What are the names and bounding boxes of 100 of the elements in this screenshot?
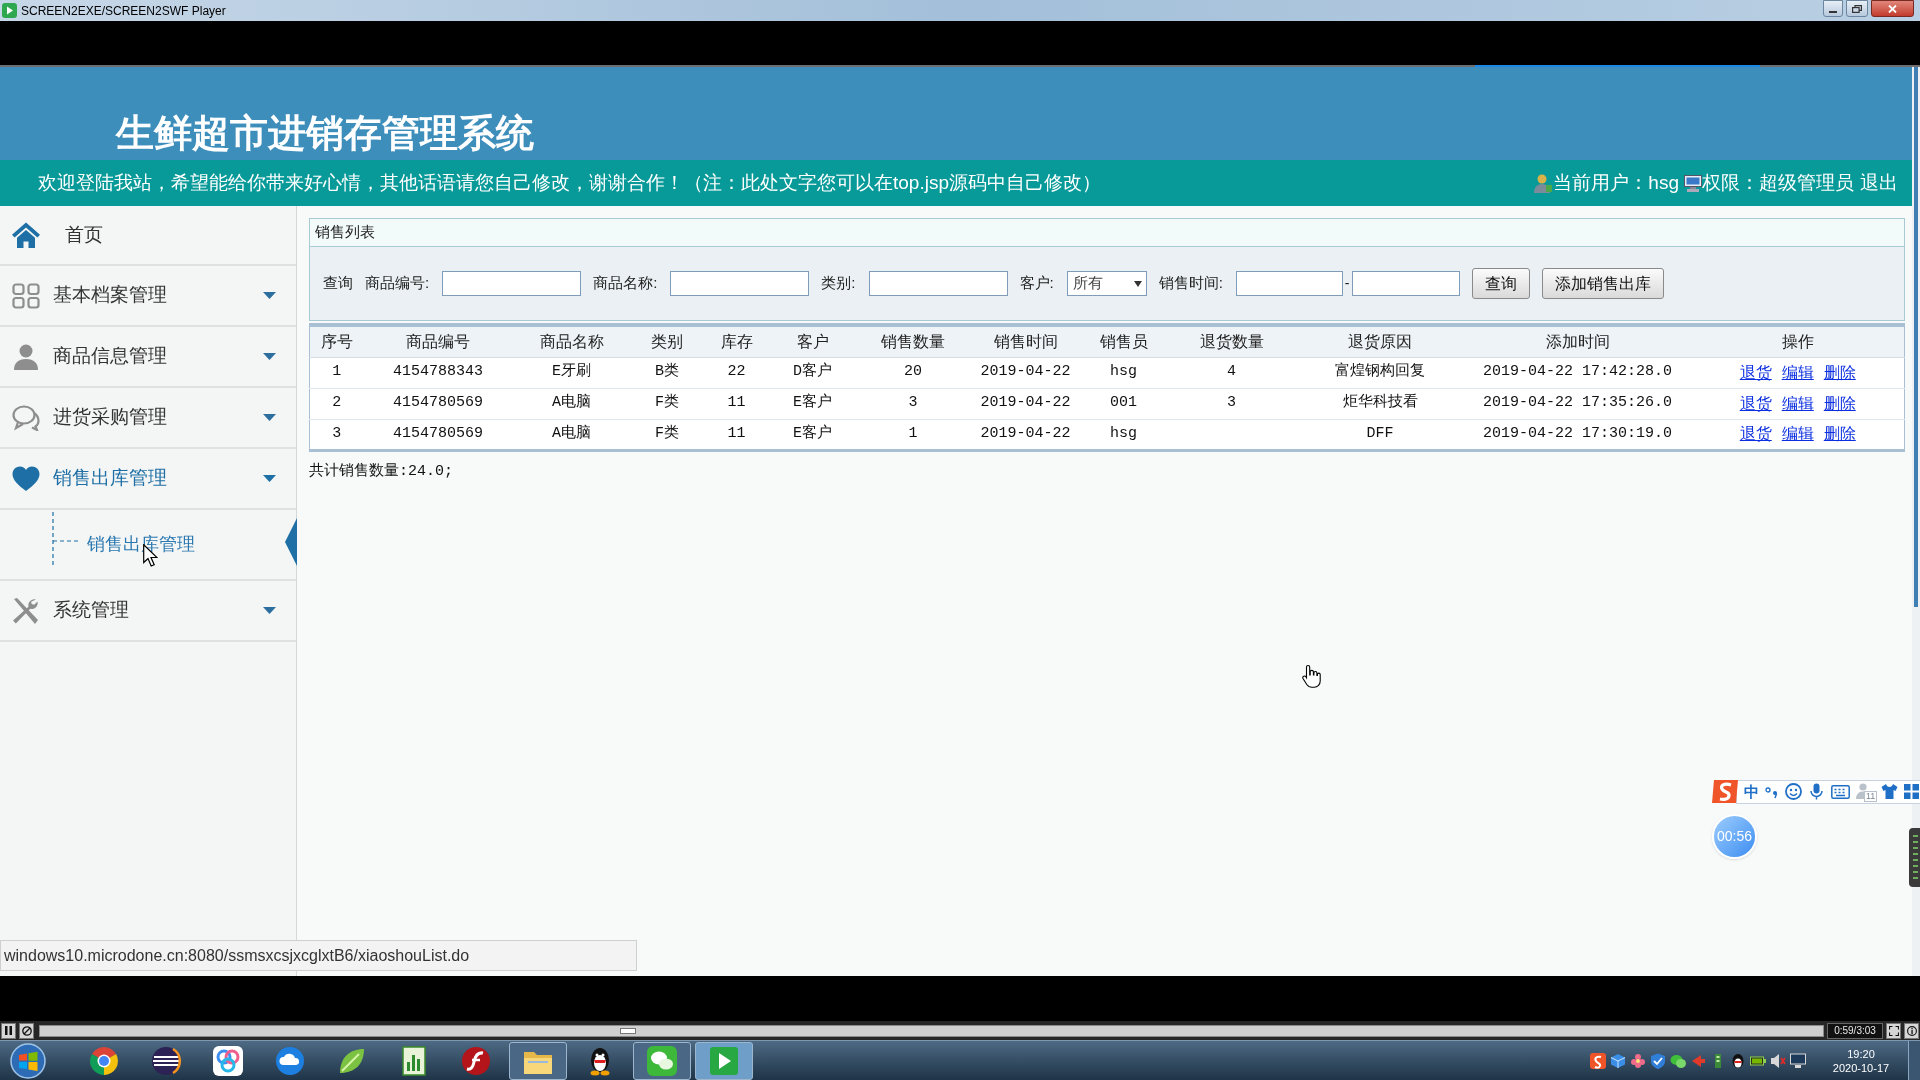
column-header: 销售时间 xyxy=(970,325,1081,357)
close-icon xyxy=(1888,4,1897,13)
return-link[interactable]: 退货 xyxy=(1739,360,1772,385)
count-badge: 11 xyxy=(1864,790,1878,802)
date-input[interactable] xyxy=(1235,271,1343,296)
speaker-icon[interactable] xyxy=(1770,1052,1786,1069)
table-cell: A电脑 xyxy=(512,388,631,419)
curve-tile-icon[interactable] xyxy=(1711,778,1739,805)
sidebar-item[interactable]: 系统管理 xyxy=(0,581,296,642)
sidebar-item[interactable]: 基本档案管理 xyxy=(0,266,296,327)
column-header: 商品编号 xyxy=(363,325,513,357)
restore-icon xyxy=(1852,4,1862,13)
table-cell: 富煌钢构回复 xyxy=(1296,357,1464,388)
table-cell: A电脑 xyxy=(512,419,631,450)
tools-icon xyxy=(12,597,40,624)
caret-down-icon xyxy=(263,353,276,360)
table-cell: hsg xyxy=(1080,357,1167,388)
monitor-icon[interactable] xyxy=(1790,1052,1806,1069)
sidebar-item[interactable]: 商品信息管理 xyxy=(0,327,296,388)
field-label: 客户: xyxy=(1019,273,1054,294)
maximize-button[interactable] xyxy=(1846,0,1868,17)
date-input[interactable] xyxy=(1351,271,1460,296)
input-mode-toggle[interactable]: 中 xyxy=(1744,782,1759,801)
delete-link[interactable]: 删除 xyxy=(1823,422,1856,446)
flower-icon[interactable] xyxy=(1630,1052,1646,1069)
table-cell: 001 xyxy=(1080,388,1167,419)
clock[interactable]: 19:20 2020-10-17 xyxy=(1820,1046,1902,1075)
table-cell: F类 xyxy=(630,388,704,419)
table-cell: 炬华科技看 xyxy=(1296,388,1464,419)
table-cell: 2019-04-22 17:35:26.0 xyxy=(1463,388,1692,419)
fullscreen-button[interactable] xyxy=(1886,1022,1901,1039)
table-cell: E客户 xyxy=(769,419,856,450)
column-header: 销售数量 xyxy=(855,325,971,357)
table-cell: 4154780569 xyxy=(363,419,513,450)
smiley-icon[interactable] xyxy=(1785,783,1802,800)
keyboard-icon[interactable] xyxy=(1831,784,1850,799)
caret-down-icon xyxy=(263,607,276,614)
sidebar-item[interactable]: 销售出库管理 xyxy=(0,449,296,510)
tricolor-circle-icon xyxy=(89,1045,119,1076)
caret-down-icon xyxy=(1133,280,1142,287)
table-cell: 3 xyxy=(309,419,364,450)
chart-document-icon xyxy=(399,1045,429,1076)
edit-link[interactable]: 编辑 xyxy=(1781,360,1814,385)
seek-track[interactable] xyxy=(39,1024,1824,1037)
hand-cursor-icon xyxy=(1302,664,1321,688)
column-header: 退货数量 xyxy=(1166,325,1297,357)
table-cell: 2 xyxy=(309,388,364,419)
text-input[interactable] xyxy=(442,271,582,296)
pause-button[interactable] xyxy=(1,1022,16,1039)
return-link[interactable]: 退货 xyxy=(1739,422,1772,446)
permission-label: 权限：超级管理员 xyxy=(1702,170,1854,195)
striped-circle-icon xyxy=(151,1045,181,1076)
field-label: 商品名称: xyxy=(593,273,658,294)
circle-slash-icon xyxy=(21,1025,32,1036)
text-input[interactable] xyxy=(670,271,810,296)
text-input[interactable] xyxy=(868,271,1008,296)
add-sale-button[interactable]: 添加销售出库 xyxy=(1541,268,1664,299)
delete-link[interactable]: 删除 xyxy=(1823,391,1856,416)
minimize-button[interactable] xyxy=(1823,0,1843,17)
field-label: 商品编号: xyxy=(365,273,430,294)
table-cell: 2019-04-22 17:30:19.0 xyxy=(1463,419,1692,450)
minimize-icon xyxy=(1829,11,1837,13)
shirt-icon[interactable] xyxy=(1881,783,1898,800)
rings-icon xyxy=(213,1045,243,1076)
field-label: 类别: xyxy=(821,273,856,294)
penguin-icon[interactable] xyxy=(1730,1052,1746,1069)
table-cell: D客户 xyxy=(769,357,856,388)
cube-icon[interactable] xyxy=(1610,1052,1626,1069)
pause-icon xyxy=(5,1026,12,1035)
curve-tile-icon[interactable] xyxy=(1590,1052,1606,1069)
table-cell: 2019-04-22 xyxy=(970,388,1081,419)
edit-link[interactable]: 编辑 xyxy=(1781,422,1814,446)
close-button[interactable] xyxy=(1871,0,1914,17)
table-cell: 3 xyxy=(855,388,971,419)
return-link[interactable]: 退货 xyxy=(1739,391,1772,416)
sidebar-item[interactable]: 首页 xyxy=(0,206,296,266)
chat-bubbles-icon[interactable] xyxy=(1670,1052,1686,1069)
table-cell: 11 xyxy=(703,388,770,419)
microphone-icon[interactable] xyxy=(1808,783,1825,800)
table-cell: DFF xyxy=(1296,419,1464,450)
punctuation-icon[interactable] xyxy=(1765,784,1779,799)
table-cell: E客户 xyxy=(769,388,856,419)
scrollbar-thumb[interactable] xyxy=(1914,67,1918,607)
edit-link[interactable]: 编辑 xyxy=(1781,391,1814,416)
seek-thumb[interactable] xyxy=(620,1027,637,1034)
heart-icon xyxy=(12,465,40,492)
person-icon xyxy=(12,343,40,370)
table-cell: 1 xyxy=(855,419,971,450)
range-separator: - xyxy=(1344,274,1350,293)
speech-bubbles-icon xyxy=(12,404,40,431)
grid-icon[interactable] xyxy=(1904,784,1919,799)
info-button[interactable] xyxy=(1904,1022,1919,1039)
table-cell: 3 xyxy=(1166,388,1297,419)
sidebar-item[interactable]: 进货采购管理 xyxy=(0,388,296,449)
search-button[interactable]: 查询 xyxy=(1471,268,1530,299)
stop-button[interactable] xyxy=(19,1022,34,1039)
delete-link[interactable]: 删除 xyxy=(1823,360,1856,385)
shield-icon[interactable] xyxy=(1650,1052,1666,1069)
table-cell: hsg xyxy=(1080,419,1167,450)
dropdown-select[interactable]: 所有 xyxy=(1066,271,1147,296)
